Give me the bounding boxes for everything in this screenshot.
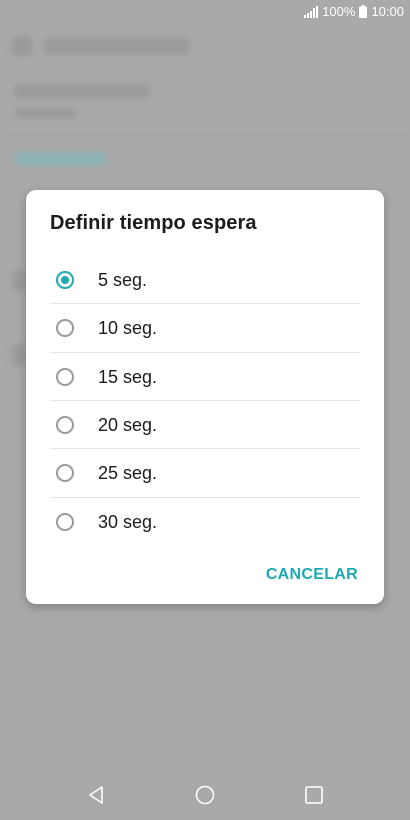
option-label: 20 seg. — [98, 414, 158, 435]
option-20-seg[interactable]: 20 seg. — [50, 401, 360, 449]
radio-unselected-icon[interactable] — [56, 464, 74, 482]
option-label: 30 seg. — [98, 511, 158, 532]
radio-selected-icon[interactable] — [56, 271, 74, 289]
option-25-seg[interactable]: 25 seg. — [50, 449, 360, 497]
battery-percent: 100% — [322, 4, 356, 19]
option-10-seg[interactable]: 10 seg. — [50, 304, 360, 352]
radio-unselected-icon[interactable] — [56, 368, 74, 386]
battery-icon — [359, 5, 368, 18]
timeout-dialog: Definir tiempo espera 5 seg. 10 seg. 15 … — [26, 190, 384, 604]
status-bar: 100% 10:00 — [0, 0, 410, 26]
radio-unselected-icon[interactable] — [56, 319, 74, 337]
blurred-section-header — [14, 152, 106, 166]
option-30-seg[interactable]: 30 seg. — [50, 498, 360, 546]
blurred-back-icon — [12, 36, 32, 56]
home-icon[interactable] — [194, 784, 216, 806]
blurred-setting-subtitle — [14, 108, 76, 118]
radio-unselected-icon[interactable] — [56, 416, 74, 434]
clock: 10:00 — [371, 4, 404, 19]
option-label: 25 seg. — [98, 462, 158, 483]
blurred-divider — [0, 136, 410, 137]
option-15-seg[interactable]: 15 seg. — [50, 353, 360, 401]
option-5-seg[interactable]: 5 seg. — [50, 256, 360, 304]
signal-icon — [304, 5, 319, 18]
option-label: 10 seg. — [98, 317, 158, 338]
recents-icon[interactable] — [303, 784, 325, 806]
status-right-cluster: 100% 10:00 — [304, 4, 404, 19]
blurred-setting-title — [14, 84, 150, 98]
back-icon[interactable] — [85, 784, 107, 806]
blurred-item-a — [12, 270, 26, 292]
blurred-item-b — [12, 344, 26, 366]
radio-unselected-icon[interactable] — [56, 513, 74, 531]
option-label: 5 seg. — [98, 269, 148, 290]
dialog-title: Definir tiempo espera — [50, 212, 257, 234]
option-label: 15 seg. — [98, 366, 158, 387]
blurred-header-title — [44, 38, 190, 54]
cancel-button[interactable]: CANCELAR — [266, 566, 358, 584]
navigation-bar — [0, 770, 410, 820]
